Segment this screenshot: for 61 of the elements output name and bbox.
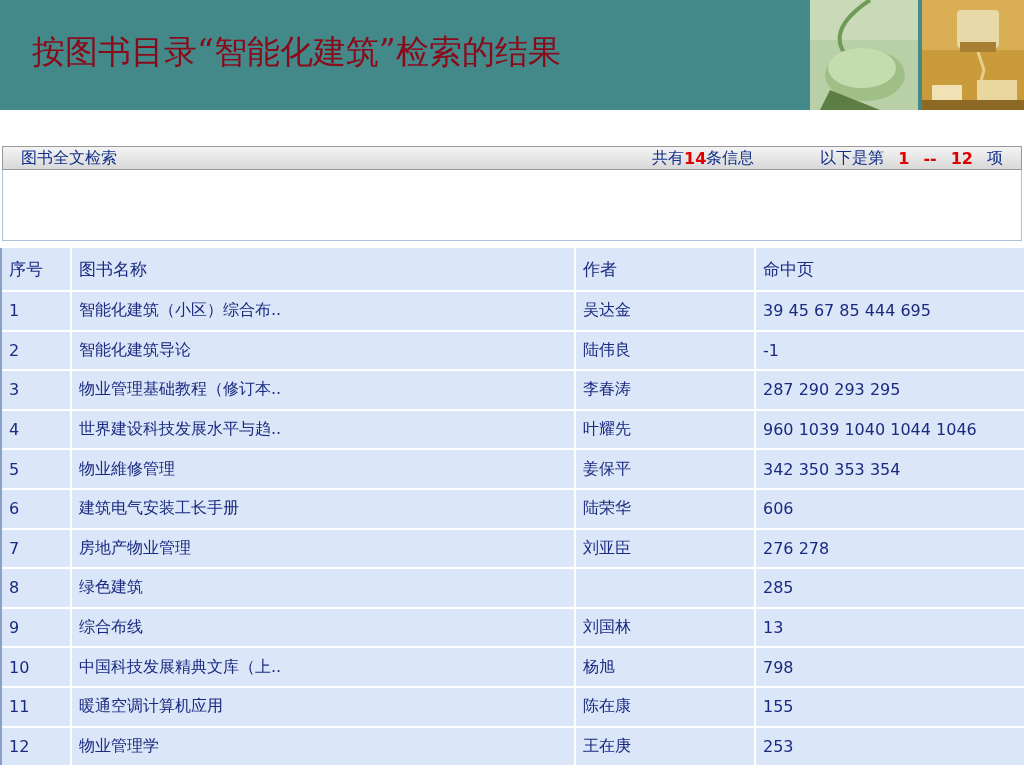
table-cell: 287 290 293 295	[756, 371, 1024, 409]
table-cell: 物业管理基础教程（修订本..	[72, 371, 574, 409]
table-cell: 杨旭	[576, 648, 754, 686]
table-cell: 王在庚	[576, 727, 754, 766]
column-header: 序号	[2, 248, 70, 290]
table-cell: 陈在康	[576, 687, 754, 726]
bar-label: 图书全文检索	[21, 147, 117, 169]
range-value: 1	[898, 148, 910, 168]
table-cell: 39 45 67 85 444 695	[756, 292, 1024, 330]
table-cell: 姜保平	[576, 450, 754, 488]
table-cell: 276 278	[756, 529, 1024, 568]
table-cell: 建筑电气安装工长手册	[72, 489, 574, 528]
table-cell: 智能化建筑（小区）综合布..	[72, 292, 574, 330]
table-cell: 综合布线	[72, 608, 574, 647]
table-cell: 253	[756, 727, 1024, 766]
table-cell: 6	[2, 489, 70, 528]
table-cell: 陆伟良	[576, 331, 754, 370]
table-cell: 13	[756, 608, 1024, 647]
table-cell: 吴达金	[576, 292, 754, 330]
table-cell: 10	[2, 648, 70, 686]
table-cell: 606	[756, 489, 1024, 528]
table-cell: 342 350 353 354	[756, 450, 1024, 488]
table-cell: 物业管理学	[72, 727, 574, 766]
column-header: 命中页	[756, 248, 1024, 290]
table-cell: 5	[2, 450, 70, 488]
table-cell: 8	[2, 569, 70, 607]
table-cell: 刘亚臣	[576, 529, 754, 568]
table-cell: 世界建设科技发展水平与趋..	[72, 410, 574, 449]
table-cell: 798	[756, 648, 1024, 686]
column-header: 图书名称	[72, 248, 574, 290]
table-cell: 2	[2, 331, 70, 370]
table-cell: 物业維修管理	[72, 450, 574, 488]
table-cell: 7	[2, 529, 70, 568]
column-header: 作者	[576, 248, 754, 290]
table-cell: 9	[2, 608, 70, 647]
range-separator: --	[923, 148, 937, 168]
table-cell: 12	[2, 727, 70, 766]
table-cell: -1	[756, 331, 1024, 370]
table-cell: 房地产物业管理	[72, 529, 574, 568]
table-cell: 陆荣华	[576, 489, 754, 528]
range-value: 12	[950, 148, 973, 168]
count-value: 14	[684, 148, 707, 168]
table-cell: 4	[2, 410, 70, 449]
table-cell: 11	[2, 687, 70, 726]
table-cell: 中国科技发展精典文库（上..	[72, 648, 574, 686]
range-text: 以下是第	[820, 147, 885, 169]
table-cell: 155	[756, 687, 1024, 726]
table-cell: 智能化建筑导论	[72, 331, 574, 370]
table-cell: 李春涛	[576, 371, 754, 409]
slide-title: 按图书目录“智能化建筑”检索的结果	[31, 31, 562, 73]
count-text: 共有	[652, 147, 685, 169]
table-cell: 绿色建筑	[72, 569, 574, 607]
table-cell: 285	[756, 569, 1024, 607]
table-cell: 叶耀先	[576, 410, 754, 449]
table-cell: 刘国林	[576, 608, 754, 647]
count-text: 条信息	[706, 147, 755, 169]
table-cell: 960 1039 1040 1044 1046	[756, 410, 1024, 449]
table-cell: 3	[2, 371, 70, 409]
table-cell: 1	[2, 292, 70, 330]
range-text: 项	[987, 147, 1003, 169]
table-cell: 暖通空调计算机应用	[72, 687, 574, 726]
